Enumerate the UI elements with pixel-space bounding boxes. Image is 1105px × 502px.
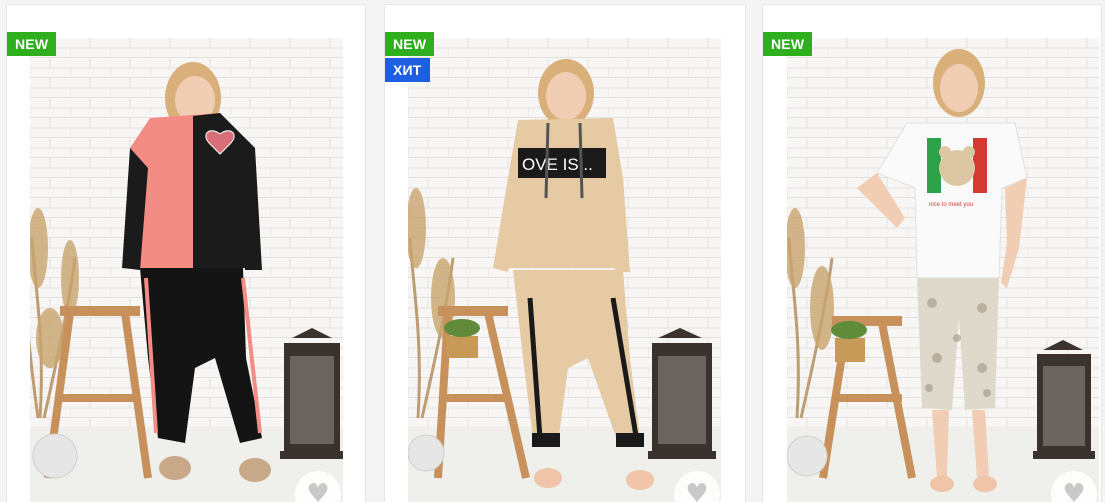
hit-badge: ХИТ bbox=[385, 58, 430, 82]
heart-icon: ♥ bbox=[1062, 479, 1086, 502]
product-grid: NEW ♥ NEW ХИТ OVE IS... ♥ NEW nice to me… bbox=[0, 0, 1105, 502]
new-badge: NEW bbox=[763, 32, 813, 56]
product-card[interactable]: NEW ХИТ OVE IS... ♥ bbox=[384, 4, 746, 502]
heart-icon: ♥ bbox=[685, 479, 709, 502]
product-card[interactable]: NEW bbox=[762, 4, 1102, 502]
product-photo[interactable]: OVE IS... bbox=[408, 38, 721, 502]
heart-icon: ♥ bbox=[306, 479, 330, 502]
new-badge: NEW bbox=[385, 32, 435, 56]
product-photo[interactable]: nice to meet you bbox=[787, 38, 1099, 502]
product-photo[interactable] bbox=[30, 38, 343, 502]
print-text: nice to meet you bbox=[929, 202, 973, 208]
new-badge: NEW bbox=[7, 32, 57, 56]
product-card[interactable]: NEW bbox=[6, 4, 366, 502]
